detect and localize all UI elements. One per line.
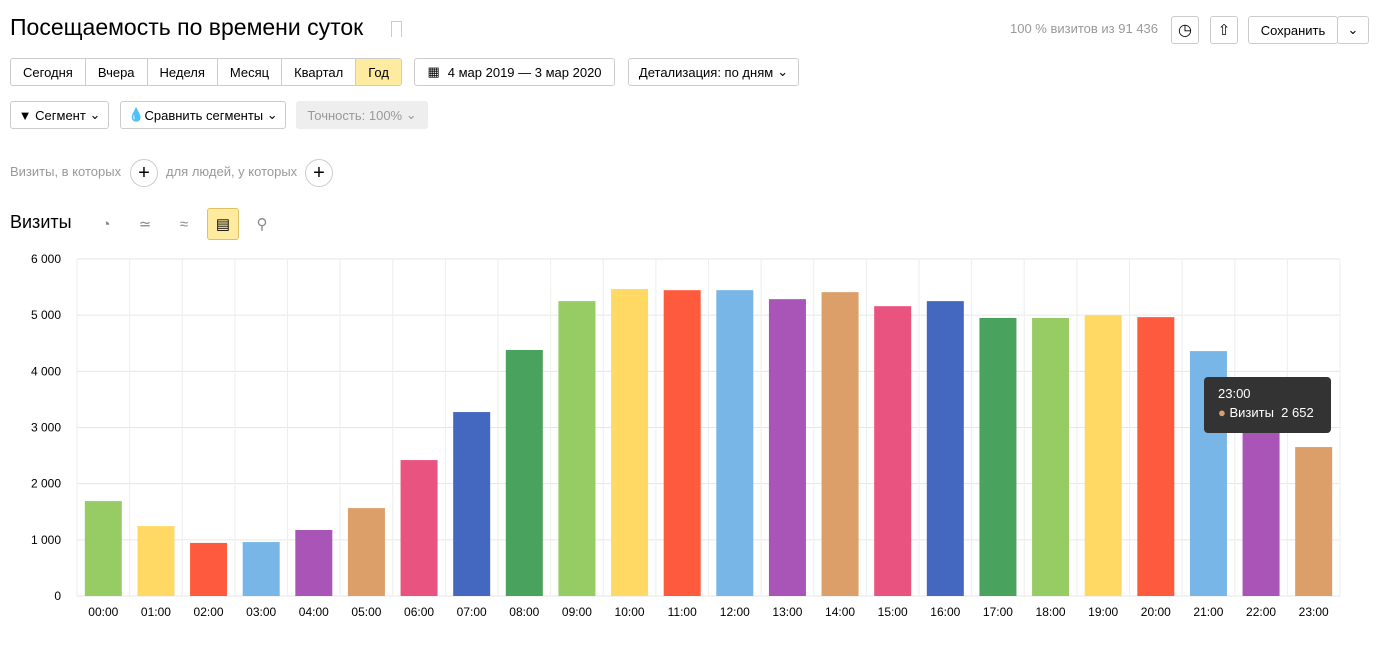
chevron-down-icon: ⌄ bbox=[89, 107, 101, 122]
tooltip-time: 23:00 bbox=[1218, 386, 1251, 401]
history-icon[interactable]: ◷ bbox=[1171, 16, 1199, 44]
bar bbox=[1295, 447, 1333, 596]
area-chart-icon[interactable]: ≈ bbox=[168, 208, 200, 240]
y-tick-label: 2 000 bbox=[31, 477, 61, 491]
accuracy-label: Точность: 100% bbox=[307, 107, 403, 123]
tab-today[interactable]: Сегодня bbox=[11, 59, 86, 85]
tooltip-series: Визиты bbox=[1229, 405, 1274, 420]
pie-chart-icon[interactable]: ◔ bbox=[90, 208, 122, 240]
add-visit-filter-button[interactable]: + bbox=[130, 159, 158, 187]
y-tick-label: 4 000 bbox=[31, 364, 61, 378]
x-tick-label: 08:00 bbox=[509, 605, 539, 619]
x-tick-label: 16:00 bbox=[930, 605, 960, 619]
date-range-button[interactable]: ▦ 4 мар 2019 — 3 мар 2020 bbox=[414, 58, 615, 86]
filter-icon: ▼ bbox=[18, 107, 32, 123]
bar-chart: 0 1 000 2 000 3 000 4 000 5 000 6 000 00:00 01:0… bbox=[31, 252, 1341, 619]
visits-info: 100 % визитов из 91 436 bbox=[1010, 21, 1159, 36]
tab-month[interactable]: Месяц bbox=[218, 59, 283, 85]
y-tick-label: 1 000 bbox=[31, 533, 61, 547]
x-tick-label: 18:00 bbox=[1036, 605, 1066, 619]
compare-label: Сравнить сегменты bbox=[144, 107, 264, 123]
y-tick-label: 3 000 bbox=[31, 421, 61, 435]
bar bbox=[347, 508, 385, 596]
filter-people-label: для людей, у которых bbox=[166, 164, 298, 179]
detail-label: Детализация: по дням bbox=[638, 64, 774, 80]
line-chart-icon[interactable]: ≃ bbox=[129, 208, 161, 240]
tab-year[interactable]: Год bbox=[356, 59, 401, 85]
x-tick-label: 22:00 bbox=[1246, 605, 1276, 619]
bar bbox=[979, 317, 1017, 596]
tab-week[interactable]: Неделя bbox=[148, 59, 218, 85]
page-title: Посещаемость по времени суток bbox=[10, 14, 364, 40]
bar bbox=[295, 530, 333, 596]
x-tick-label: 17:00 bbox=[983, 605, 1013, 619]
x-tick-label: 13:00 bbox=[772, 605, 802, 619]
x-tick-label: 07:00 bbox=[457, 605, 487, 619]
export-icon[interactable]: ⇧ bbox=[1210, 16, 1238, 44]
bar bbox=[242, 542, 280, 596]
add-people-filter-button[interactable]: + bbox=[305, 159, 333, 187]
metric-title: Визиты bbox=[10, 212, 72, 232]
y-tick-label: 6 000 bbox=[31, 252, 61, 266]
chevron-down-icon: ⌄ bbox=[777, 64, 789, 79]
bar bbox=[1032, 317, 1070, 596]
x-tick-label: 06:00 bbox=[404, 605, 434, 619]
x-tick-label: 19:00 bbox=[1088, 605, 1118, 619]
segment-label: Сегмент bbox=[35, 107, 86, 123]
x-tick-label: 20:00 bbox=[1141, 605, 1171, 619]
y-tick-label: 0 bbox=[54, 589, 61, 603]
x-tick-label: 21:00 bbox=[1193, 605, 1223, 619]
save-button[interactable]: Сохранить bbox=[1248, 16, 1338, 44]
save-dropdown-chevron-icon[interactable]: ⌄ bbox=[1337, 16, 1369, 44]
drops-icon: 💧 bbox=[128, 107, 145, 122]
bar bbox=[190, 542, 228, 596]
compare-segments-button[interactable]: 💧 Сравнить сегменты ⌄ bbox=[120, 101, 286, 129]
bookmark-icon[interactable] bbox=[391, 21, 402, 37]
segment-button[interactable]: ▼ Сегмент ⌄ bbox=[10, 101, 109, 129]
bar bbox=[1084, 315, 1122, 596]
bar bbox=[84, 501, 122, 596]
tooltip: 23:00 ● Визиты 2 652 bbox=[1204, 377, 1331, 433]
bar bbox=[1137, 317, 1175, 596]
bar bbox=[558, 301, 596, 596]
detail-dropdown[interactable]: Детализация: по дням ⌄ bbox=[628, 58, 799, 86]
date-range-label: 4 мар 2019 — 3 мар 2020 bbox=[447, 64, 602, 80]
x-tick-label: 00:00 bbox=[88, 605, 118, 619]
bar bbox=[663, 290, 701, 596]
accuracy-dropdown[interactable]: Точность: 100% ⌄ bbox=[296, 101, 428, 129]
x-tick-label: 01:00 bbox=[141, 605, 171, 619]
bar bbox=[611, 289, 649, 596]
bar bbox=[453, 412, 491, 596]
bar bbox=[400, 460, 438, 596]
bar-chart-icon[interactable]: ▤ bbox=[207, 208, 239, 240]
bar bbox=[821, 292, 859, 596]
bar bbox=[874, 306, 912, 596]
tab-quarter[interactable]: Квартал bbox=[282, 59, 357, 85]
y-tick-label: 5 000 bbox=[31, 308, 61, 322]
x-tick-label: 12:00 bbox=[720, 605, 750, 619]
bar bbox=[505, 349, 543, 596]
x-tick-label: 05:00 bbox=[351, 605, 381, 619]
x-tick-label: 15:00 bbox=[878, 605, 908, 619]
x-tick-label: 02:00 bbox=[194, 605, 224, 619]
x-tick-label: 09:00 bbox=[562, 605, 592, 619]
chevron-down-icon: ⌄ bbox=[266, 107, 278, 122]
filter-visits-label: Визиты, в которых bbox=[10, 164, 122, 179]
bar bbox=[768, 299, 806, 596]
x-tick-label: 14:00 bbox=[825, 605, 855, 619]
bar bbox=[926, 301, 964, 596]
bar bbox=[137, 526, 175, 596]
tab-yesterday[interactable]: Вчера bbox=[86, 59, 148, 85]
map-icon[interactable]: ⚲ bbox=[246, 208, 278, 240]
x-tick-label: 23:00 bbox=[1299, 605, 1329, 619]
x-tick-label: 04:00 bbox=[299, 605, 329, 619]
tooltip-value: 2 652 bbox=[1281, 405, 1314, 420]
tooltip-dot-icon: ● bbox=[1218, 405, 1226, 420]
x-tick-label: 03:00 bbox=[246, 605, 276, 619]
bar bbox=[716, 290, 754, 596]
x-tick-label: 11:00 bbox=[668, 605, 697, 619]
calendar-icon: ▦ bbox=[427, 64, 440, 79]
period-tabs: Сегодня Вчера Неделя Месяц Квартал Год bbox=[10, 58, 402, 86]
x-tick-label: 10:00 bbox=[615, 605, 645, 619]
